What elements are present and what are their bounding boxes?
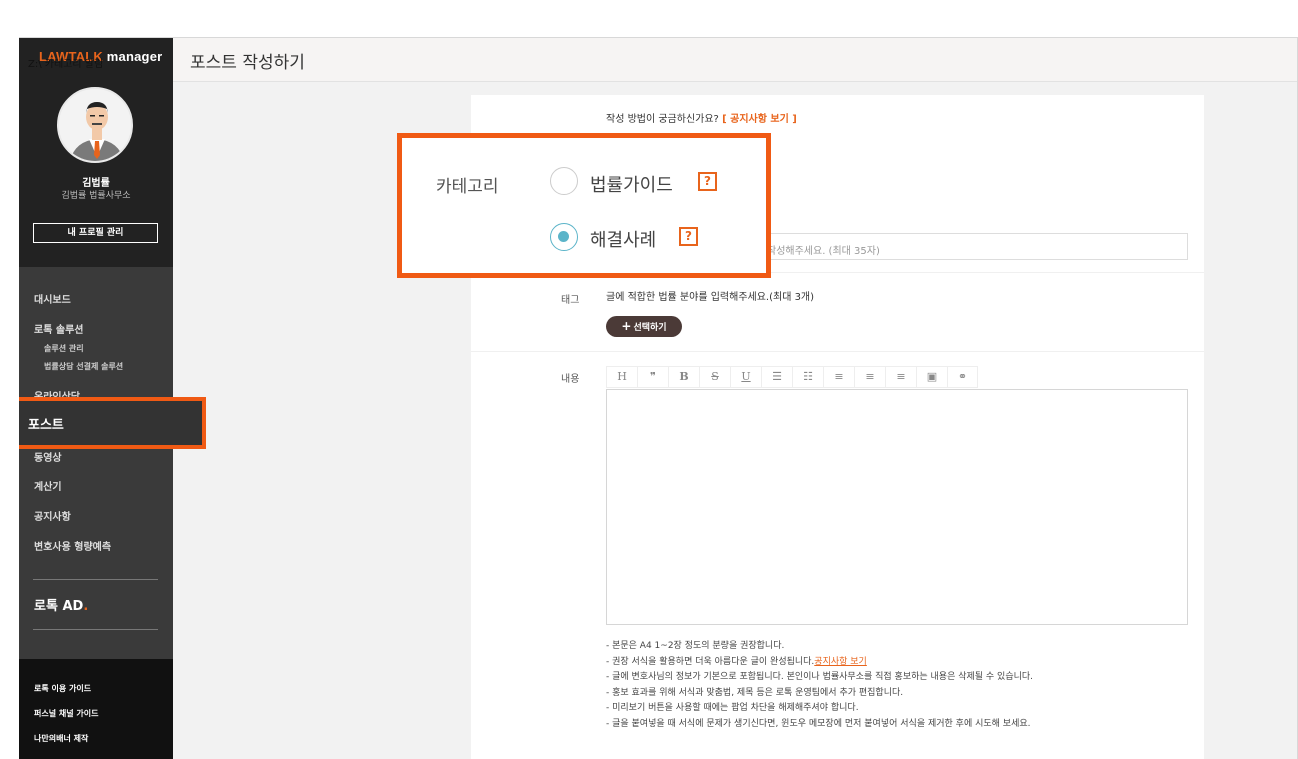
note-item: - 미리보기 버튼을 사용할 때에는 팝업 차단을 해제해주셔야 합니다. (606, 703, 859, 714)
app-frame: LAWTALK manager Z:\ 카테고리 알림 김법률 김법률 법률사무 (19, 37, 1298, 759)
note-item: - 글을 붙여넣을 때 서식에 문제가 생기신다면, 윈도우 메모장에 먼저 붙… (606, 718, 1031, 729)
page-title: 포스트 작성하기 (190, 53, 305, 73)
row-divider (471, 351, 1204, 352)
page-header: 포스트 작성하기 (173, 38, 1297, 82)
guide-banner[interactable]: 나만의배너 제작 (34, 733, 88, 744)
image-icon[interactable]: ▣ (916, 366, 947, 388)
link-icon[interactable]: ⚭ (947, 366, 978, 388)
profile-manage-button[interactable]: 내 프로필 관리 (33, 223, 158, 243)
nav-fee-predict[interactable]: 변호사용 형량예측 (34, 538, 111, 553)
guide-usage[interactable]: 로톡 이용 가이드 (34, 683, 91, 694)
underline-icon[interactable]: U (730, 366, 761, 388)
align-center-icon[interactable]: ≡ (854, 366, 885, 388)
category-label: 카테고리 (436, 177, 499, 197)
radio-legal-guide[interactable] (550, 167, 578, 195)
content-label: 내용 (561, 374, 580, 385)
content-editor[interactable] (606, 389, 1188, 625)
sidebar-guides: 로톡 이용 가이드 퍼스널 채널 가이드 나만의배너 제작 (19, 659, 173, 759)
strikethrough-icon[interactable]: S (699, 366, 730, 388)
note-item: - 글에 변호사님의 정보가 기본으로 포함됩니다. 본인이나 법률사무소를 직… (606, 672, 1034, 683)
nav-video[interactable]: 동영상 (34, 449, 62, 464)
nav-divider (33, 579, 158, 580)
numbered-list-icon[interactable]: ☷ (792, 366, 823, 388)
avatar (57, 87, 133, 163)
radio-case-result[interactable] (550, 223, 578, 251)
tag-select-button[interactable]: + 선택하기 (606, 316, 682, 337)
logo-overlay-text: Z:\ 카테고리 알림 (28, 59, 104, 70)
guide-personal-channel[interactable]: 퍼스널 채널 가이드 (34, 708, 98, 719)
user-name: 김법률 (82, 178, 110, 189)
align-right-icon[interactable]: ≡ (885, 366, 916, 388)
bold-icon[interactable]: B (668, 366, 699, 388)
heading-icon[interactable]: H (606, 366, 637, 388)
nav-solution-manage[interactable]: 솔루션 관리 (44, 343, 84, 354)
quote-icon[interactable]: ❞ (637, 366, 668, 388)
category-selector: 카테고리 법률가이드 ? 해결사례 ? (397, 133, 771, 278)
nav-calculator[interactable]: 계산기 (34, 478, 62, 493)
editor-toolbar: H ❞ B S U ☰ ☷ ≡ ≡ ≡ ▣ ⚭ (606, 366, 978, 388)
notice-link[interactable]: [ 공지사항 보기 ] (722, 114, 797, 125)
nav-solutions[interactable]: 로톡 솔루션 (34, 321, 83, 336)
bullet-list-icon[interactable]: ☰ (761, 366, 792, 388)
note-item: - 본문은 A4 1~2장 정도의 분량을 권장합니다. (606, 641, 785, 651)
note-item: - 권장 서식을 활용하면 더욱 아름다운 글이 완성됩니다.공지사항 보기 (606, 656, 867, 667)
help-question-icon[interactable]: ? (698, 172, 717, 191)
note-item: - 홍보 효과를 위해 서식과 맞춤법, 제목 등은 로톡 운영팀에서 추가 편… (606, 687, 904, 698)
tag-label: 태그 (561, 295, 580, 306)
plus-icon: + (621, 319, 632, 333)
nav-dashboard[interactable]: 대시보드 (34, 291, 71, 306)
sidebar-profile-area: LAWTALK manager Z:\ 카테고리 알림 김법률 김법률 법률사무 (19, 38, 173, 267)
option-case-result[interactable]: 해결사례 (590, 226, 656, 252)
nav-divider (33, 629, 158, 630)
avatar-lawyer-illustration (59, 89, 131, 161)
nav-post-highlight[interactable]: 포스트 (19, 397, 206, 449)
option-legal-guide[interactable]: 법률가이드 (590, 171, 673, 197)
nav-lawtalk-ad[interactable]: 로톡 AD. (34, 595, 88, 614)
writing-notes: - 본문은 A4 1~2장 정도의 분량을 권장합니다. - 권장 서식을 활용… (606, 639, 1033, 733)
help-text: 작성 방법이 궁금하신가요? [ 공지사항 보기 ] (606, 114, 797, 125)
office-name: 김법률 법률사무소 (61, 191, 131, 201)
nav-notice[interactable]: 공지사항 (34, 508, 71, 523)
notes-notice-link[interactable]: 공지사항 보기 (814, 657, 867, 667)
nav-post[interactable]: 포스트 (28, 414, 64, 433)
tag-description: 글에 적합한 법률 분야를 입력해주세요.(최대 3개) (606, 292, 815, 303)
align-left-icon[interactable]: ≡ (823, 366, 854, 388)
nav-solution-paid[interactable]: 법률상담 선결제 솔루션 (44, 361, 123, 372)
help-question-icon[interactable]: ? (679, 227, 698, 246)
